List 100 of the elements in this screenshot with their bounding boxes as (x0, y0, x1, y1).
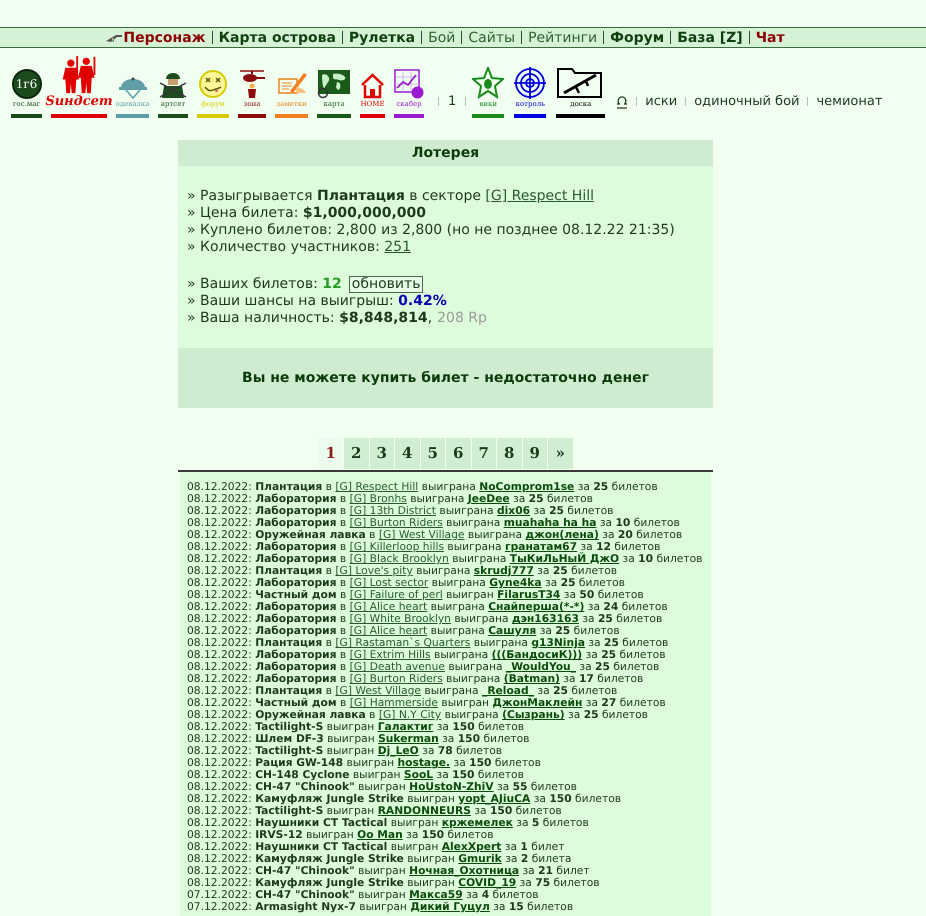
sector-link[interactable]: [G] N.Y City (378, 708, 442, 721)
menu-link[interactable]: чемионат (816, 94, 882, 110)
winner-link[interactable]: Сашуля (488, 624, 536, 637)
lottery-notice: Вы не можете купить билет - недостаточно денег (178, 348, 713, 408)
page-tab[interactable]: 2 (344, 438, 368, 469)
winner-link[interactable]: yopt_AJiuCA (458, 792, 530, 805)
winner-link[interactable]: дэн163163 (512, 612, 579, 625)
sector-link[interactable]: [G] Hammerside (350, 696, 438, 709)
winner-link[interactable]: JeeDee (468, 492, 510, 505)
house-icon[interactable] (360, 73, 385, 99)
sector-link[interactable]: [G] Black Brooklyn (350, 552, 449, 565)
winner-link[interactable]: g13Ninja (531, 636, 585, 649)
winner-link[interactable]: NoComprom1se (479, 480, 574, 493)
nav-link[interactable]: Форум (610, 28, 664, 46)
winner-link[interactable]: COVID_19 (458, 876, 516, 889)
sector-link[interactable]: [G] Rastaman`s Quarters (335, 636, 470, 649)
winner-link[interactable]: HoUstoN-ZhiV (409, 780, 494, 793)
sector-link[interactable]: [G] White Brooklyn (350, 612, 451, 625)
page-link[interactable]: 1 (448, 94, 456, 110)
info-line: » Цена билета: $1,000,000,000 (187, 205, 427, 222)
sector-link[interactable]: [G] Alice heart (350, 600, 428, 613)
win-entry: 08.12.2022: Плантация в [G] Respect Hill выиграна NoComprom1se за 25 билетов (187, 481, 659, 493)
winner-link[interactable]: SooL (404, 768, 434, 781)
win-entry: 08.12.2022: Лаборатория в [G] Lost sector выиграна Gyne4ka за 25 билетов (187, 577, 626, 589)
sector-link[interactable]: [G] Love's pity (335, 564, 413, 577)
winner-link[interactable]: Дикий Гуцул (410, 900, 490, 913)
win-entry: 07.12.2022: Armasight Nyx-7 выигран Дикий Гуцул за 15 билетов (187, 901, 574, 913)
nav-link[interactable]: Чат (756, 28, 785, 46)
page-tab[interactable]: 8 (497, 438, 522, 469)
sector-link[interactable]: [G] Respect Hill (335, 480, 418, 493)
sector-link[interactable]: [G] Death avenue (350, 660, 445, 673)
world-map-icon[interactable] (317, 69, 351, 99)
winner-link[interactable]: dix06 (496, 504, 530, 517)
nav-link[interactable]: База [Z] (677, 28, 743, 46)
winner-link[interactable]: AlexXpert (442, 840, 502, 853)
winner-link[interactable]: ДжонМаклейн (492, 696, 582, 709)
page-tab[interactable]: 4 (395, 438, 420, 469)
winner-link[interactable]: кржемелек (442, 816, 513, 829)
winner-link[interactable]: skrudj777 (474, 564, 534, 577)
page-tab[interactable]: 1 (318, 438, 343, 469)
smiley-icon[interactable] (198, 69, 228, 99)
winner-link[interactable]: ТыКиЛьНыЙ ДжО (510, 552, 620, 565)
nav-link[interactable]: Персонаж (123, 28, 206, 46)
page-tab[interactable]: 6 (446, 438, 470, 469)
winner-link[interactable]: FilarusT34 (497, 588, 560, 601)
info-link[interactable]: 251 (384, 239, 411, 255)
page-tab[interactable]: 5 (420, 438, 445, 469)
winner-link[interactable]: muahaha ha ha (504, 516, 596, 529)
winner-link[interactable]: Макса59 (409, 888, 463, 901)
nav-link[interactable]: Рейтинги (528, 28, 598, 46)
winner-link[interactable]: Gmurik (458, 852, 502, 865)
win-entry: 08.12.2022: Лаборатория в [G] White Brooklyn выиграна дэн163163 за 25 билетов (187, 613, 664, 625)
omega-icon[interactable] (616, 95, 628, 109)
winner-link[interactable]: Dj_LeO (378, 744, 419, 757)
coin-badge[interactable]: 1г6 (12, 69, 42, 99)
winner-link[interactable]: _WouldYou_ (506, 660, 576, 673)
winner-link[interactable]: Oo Man (357, 828, 403, 841)
win-entry: 08.12.2022: Лаборатория в [G] Killerloop hills выиграна гранатам67 за 12 билетов (187, 541, 662, 553)
sector-link[interactable]: [G] Bronhs (350, 492, 407, 505)
page-tab[interactable]: » (548, 438, 572, 469)
win-entry: 08.12.2022: CH-47 "Chinook" выигран HoUstoN-ZhiV за 55 билетов (187, 781, 578, 793)
winner-link[interactable]: Галактиг (378, 720, 434, 733)
winner-link[interactable]: RANDONNEURS (378, 804, 471, 817)
page-tab[interactable]: 7 (472, 438, 496, 469)
sector-link[interactable]: [G] Lost sector (350, 576, 428, 589)
nav-link[interactable]: Карта острова (218, 28, 336, 46)
winner-link[interactable]: Sukerman (378, 732, 439, 745)
star-icon[interactable] (472, 67, 504, 99)
sector-link[interactable]: [G] Failure of perl (350, 588, 443, 601)
target-icon[interactable] (514, 67, 546, 99)
winner-link[interactable]: джон(лена) (525, 528, 599, 541)
winner-link[interactable]: Gyne4ka (489, 576, 542, 589)
winner-link[interactable]: (Batman) (504, 672, 560, 685)
winner-link[interactable]: Снайперша(*-*) (488, 600, 584, 613)
sector-link[interactable]: [G] Alice heart (350, 624, 428, 637)
sector-link[interactable]: [G] Killerloop hills (350, 540, 444, 553)
nav-link[interactable]: Бой (428, 28, 456, 46)
winner-link[interactable]: Ночная_Охотница (409, 864, 520, 877)
sector-link[interactable]: [G] Extrim Hills (350, 648, 431, 661)
winner-link[interactable]: _Reload_ (482, 684, 534, 697)
refresh-button[interactable]: обновить (348, 276, 424, 293)
menu-link[interactable]: одиночный бой (694, 94, 800, 110)
win-entry: 08.12.2022: Наушники CT Tactical выигран AlexXpert за 1 билет (187, 841, 566, 853)
sector-link[interactable]: [G] Burton Riders (350, 672, 443, 685)
chart-icon[interactable] (394, 69, 424, 99)
sector-link[interactable]: [G] West Village (378, 528, 464, 541)
sector-link[interactable]: [G] 13th District (350, 504, 436, 517)
nav-link[interactable]: Сайты (468, 28, 516, 46)
page-tab[interactable]: 3 (370, 438, 394, 469)
sector-link[interactable]: [G] Burton Riders (350, 516, 443, 529)
winner-link[interactable]: hostage. (398, 756, 450, 769)
winner-link[interactable]: гранатам67 (505, 540, 578, 553)
winner-link[interactable]: (((БандосиК))) (492, 648, 582, 661)
sector-link[interactable]: [G] West Village (335, 684, 421, 697)
page-tab[interactable]: 9 (522, 438, 547, 469)
winner-link[interactable]: (Сызрань) (502, 708, 565, 721)
menu-link[interactable]: иски (645, 94, 678, 110)
info-link[interactable]: [G] Respect Hill (485, 188, 594, 204)
win-entry: 08.12.2022: Лаборатория в [G] 13th District выиграна dix06 за 25 билетов (187, 505, 614, 517)
nav-link[interactable]: Рулетка (348, 28, 416, 46)
